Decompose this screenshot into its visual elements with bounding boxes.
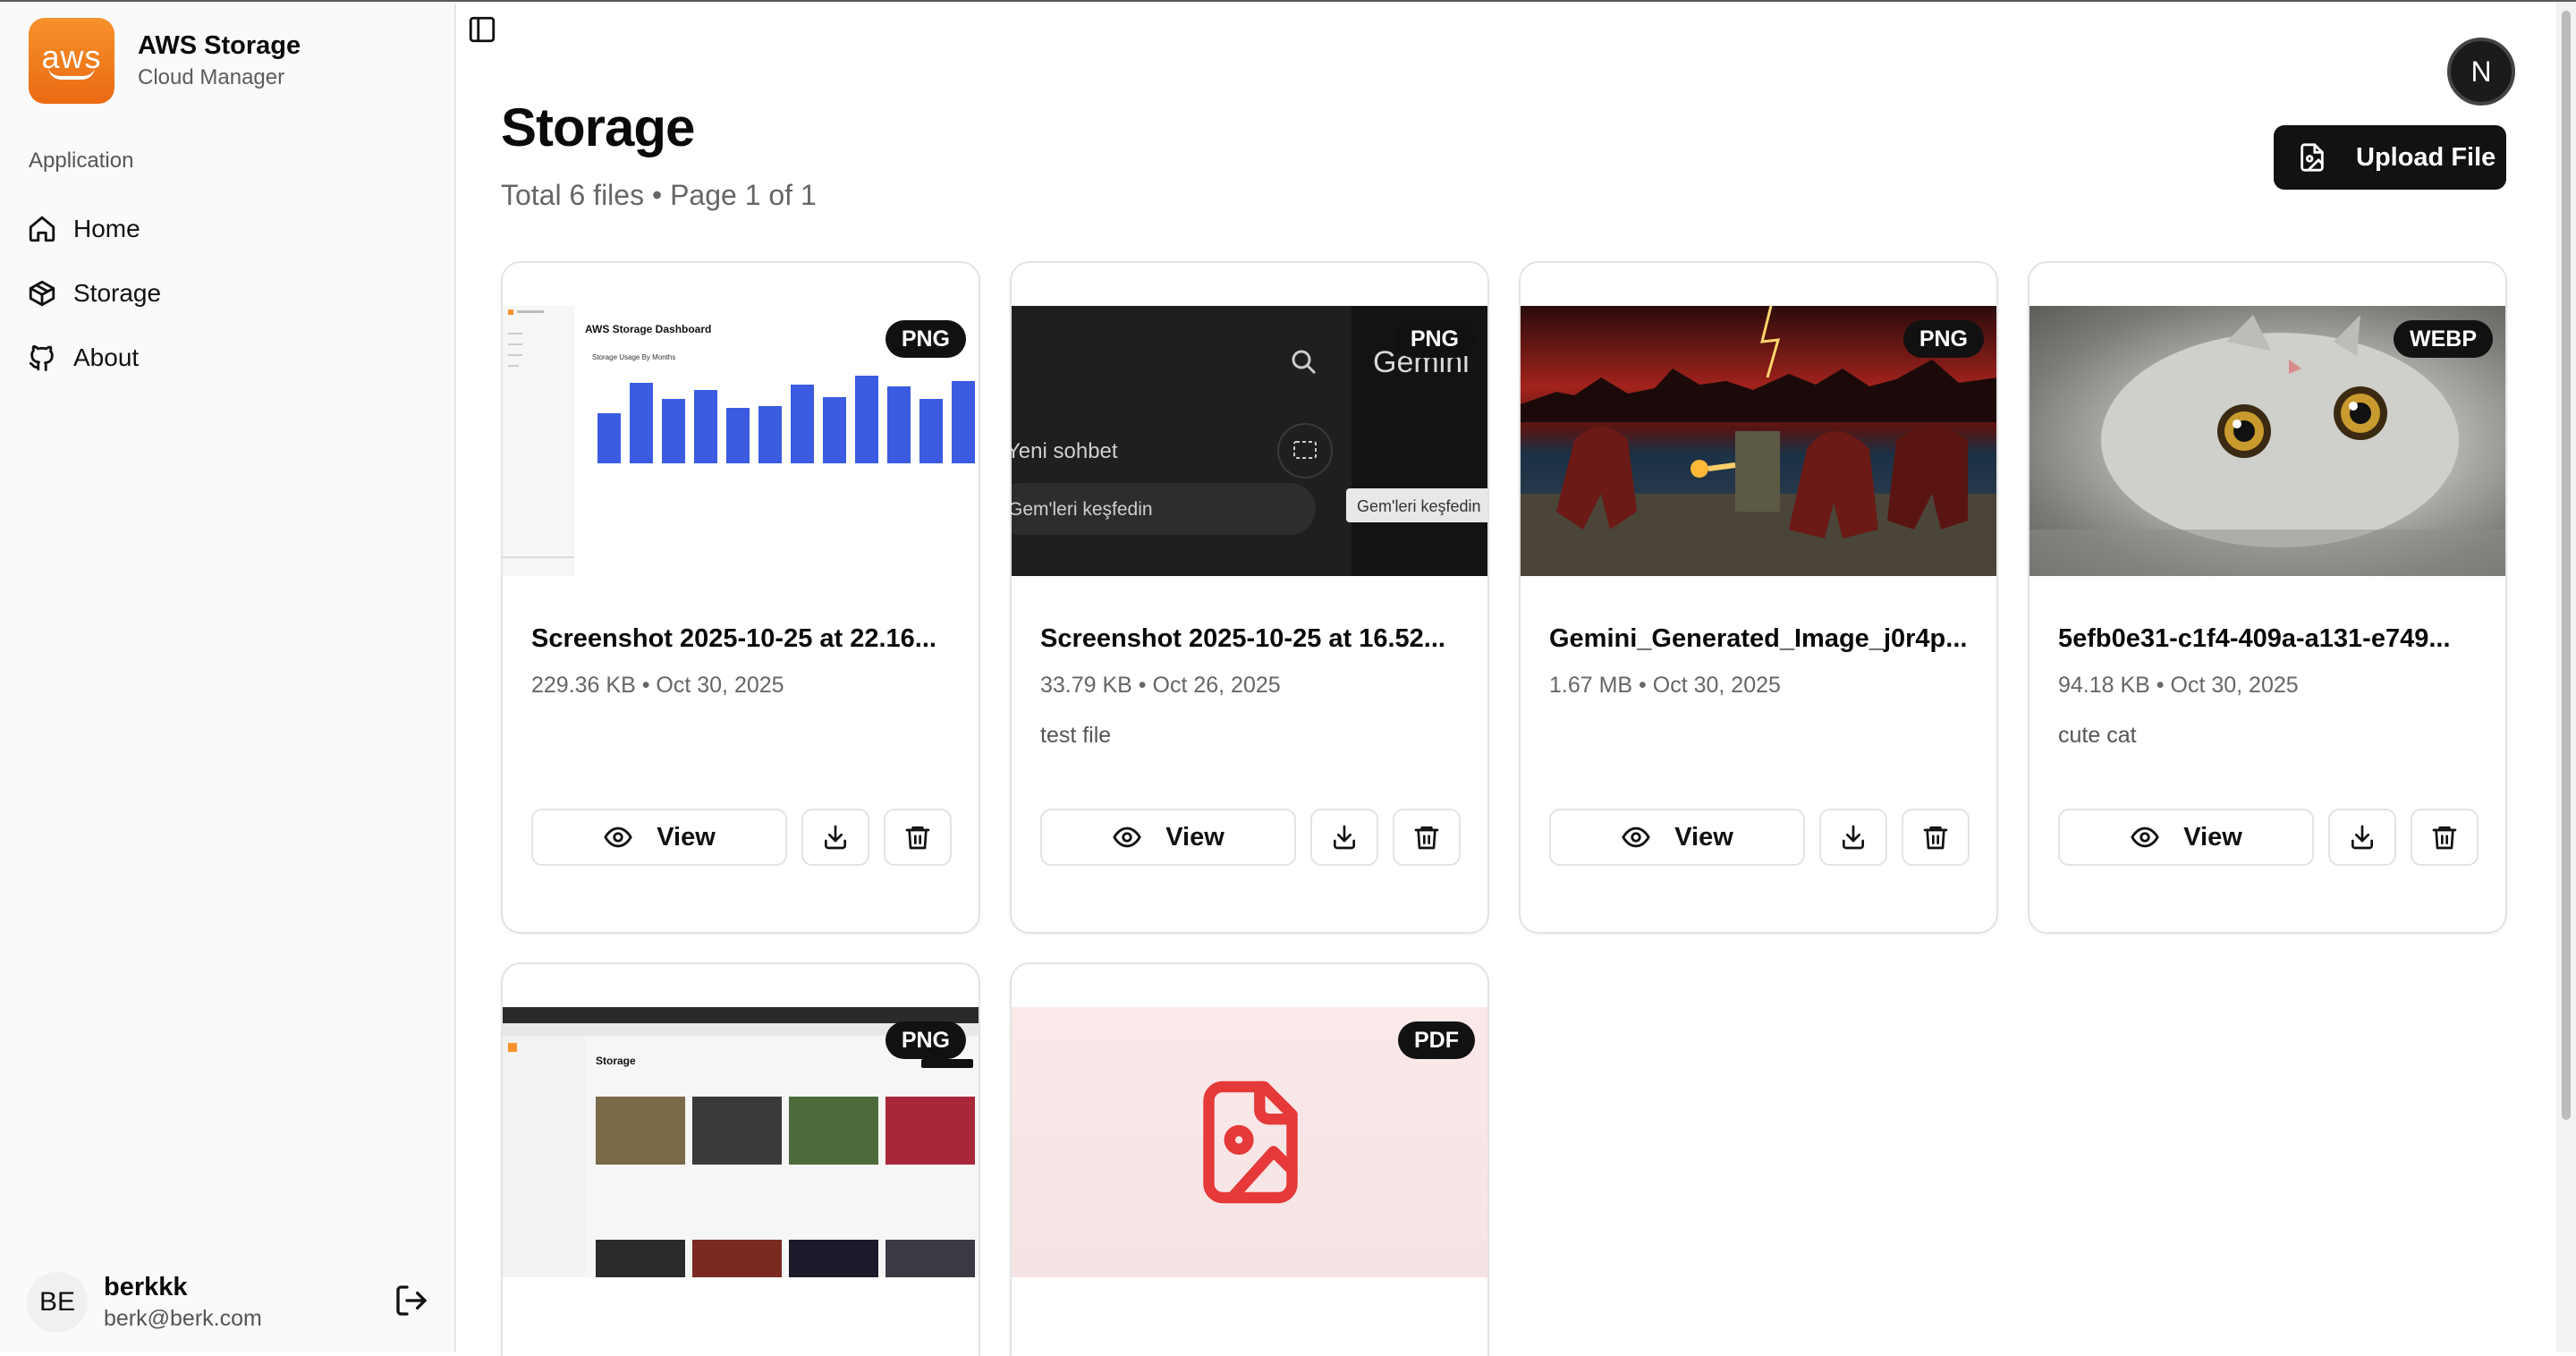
storage-preview-title: Storage — [596, 1055, 636, 1067]
file-card[interactable]: PDF — [1010, 962, 1489, 1356]
upload-label: Upload File — [2356, 142, 2496, 172]
sidebar-item-label: About — [73, 343, 140, 371]
sidebar-nav: Home Storage About — [27, 197, 420, 390]
file-name: Gemini_Generated_Image_j0r4p... — [1549, 624, 1968, 653]
file-upload-icon — [2301, 143, 2324, 172]
trash-icon — [1923, 826, 1948, 850]
dashboard-preview-subtitle: Storage Usage By Months — [592, 353, 675, 361]
file-card[interactable]: AWS Storage Dashboard Storage Usage By M… — [501, 261, 980, 934]
view-button[interactable]: View — [1040, 809, 1296, 866]
brand-title: AWS Storage — [138, 31, 301, 60]
view-label: View — [657, 822, 716, 852]
eye-icon — [604, 826, 632, 848]
aws-logo-smile — [48, 67, 95, 80]
box-icon — [29, 280, 55, 307]
download-button[interactable] — [2328, 809, 2396, 866]
top-avatar[interactable]: N — [2447, 38, 2515, 106]
scrollbar-thumb[interactable] — [2562, 11, 2571, 1120]
view-button[interactable]: View — [531, 809, 787, 866]
sidebar-item-home[interactable]: Home — [27, 197, 420, 261]
file-name: 5efb0e31-c1f4-409a-a131-e749... — [2058, 624, 2451, 653]
file-type-badge: PNG — [1902, 320, 1984, 358]
delete-button[interactable] — [1902, 809, 1970, 866]
download-button[interactable] — [1310, 809, 1378, 866]
user-menu[interactable]: BE berkkk berk@berk.com — [27, 1265, 429, 1340]
aws-logo: aws — [29, 18, 114, 104]
download-icon — [1843, 825, 1864, 850]
eye-icon — [1622, 826, 1650, 848]
trash-icon — [905, 826, 930, 850]
gemini-preview-explore: Gem'leri keşfedin — [1012, 499, 1153, 520]
user-name: berkkk — [104, 1273, 188, 1301]
file-type-badge: PNG — [885, 320, 966, 358]
user-email: berk@berk.com — [104, 1306, 262, 1331]
file-description: test file — [1040, 723, 1112, 748]
file-name: Screenshot 2025-10-25 at 16.52... — [1040, 624, 1445, 653]
delete-button[interactable] — [2411, 809, 2479, 866]
sidebar-toggle-icon[interactable] — [467, 14, 497, 45]
download-button[interactable] — [801, 809, 869, 866]
gemini-preview-new-chat: Yeni sohbet — [1012, 439, 1118, 463]
avatar: BE — [27, 1272, 88, 1333]
sidebar-item-label: Home — [73, 215, 140, 242]
file-meta: 33.79 KB • Oct 26, 2025 — [1040, 673, 1281, 698]
file-type-badge: PDF — [1398, 1021, 1475, 1059]
sidebar: aws AWS Storage Cloud Manager Applicatio… — [0, 4, 456, 1352]
file-image-icon — [1203, 1081, 1298, 1204]
github-icon — [29, 344, 54, 371]
file-type-badge: PNG — [885, 1021, 966, 1059]
file-card[interactable]: Gemini Yeni sohbet Gem'leri keşfedin Gem… — [1010, 261, 1489, 934]
subtitle-separator: • — [651, 179, 663, 211]
trash-icon — [1414, 826, 1439, 850]
delete-button[interactable] — [884, 809, 952, 866]
eye-icon — [1113, 826, 1141, 848]
view-label: View — [2183, 822, 2242, 852]
file-card[interactable]: PNG Gemini_Generated_Image_j0r4p... 1.67… — [1519, 261, 1998, 934]
dashboard-preview-title: AWS Storage Dashboard — [585, 323, 711, 335]
gemini-preview-tooltip: Gem'leri keşfedin — [1357, 497, 1481, 515]
home-icon — [29, 216, 55, 242]
file-meta: 1.67 MB • Oct 30, 2025 — [1549, 673, 1781, 698]
eye-icon — [2131, 826, 2159, 848]
file-count: Total 6 files — [501, 179, 645, 211]
file-name: Screenshot 2025-10-25 at 22.16... — [531, 624, 936, 653]
view-label: View — [1165, 822, 1224, 852]
file-type-badge: WEBP — [2394, 320, 2493, 358]
sidebar-item-label: Storage — [73, 279, 162, 307]
file-card[interactable]: Storage PNG — [501, 962, 980, 1356]
download-button[interactable] — [1819, 809, 1887, 866]
page-subtitle: Total 6 files • Page 1 of 1 — [501, 179, 817, 212]
view-button[interactable]: View — [2058, 809, 2314, 866]
page-title: Storage — [501, 97, 695, 157]
view-label: View — [1674, 822, 1733, 852]
page-info: Page 1 of 1 — [670, 179, 817, 211]
scrollbar[interactable] — [2556, 2, 2576, 1352]
download-icon — [1334, 825, 1355, 850]
trash-icon — [2432, 826, 2457, 850]
download-icon — [825, 825, 846, 850]
sidebar-group-label: Application — [29, 148, 134, 173]
brand-subtitle: Cloud Manager — [138, 65, 285, 89]
file-meta: 229.36 KB • Oct 30, 2025 — [531, 673, 784, 698]
brand[interactable]: aws AWS Storage Cloud Manager — [29, 18, 301, 104]
sidebar-item-storage[interactable]: Storage — [27, 261, 420, 326]
file-description: cute cat — [2058, 723, 2137, 748]
file-type-badge: PNG — [1394, 320, 1475, 358]
logout-icon[interactable] — [394, 1283, 429, 1318]
view-button[interactable]: View — [1549, 809, 1805, 866]
delete-button[interactable] — [1393, 809, 1461, 866]
upload-file-button[interactable]: Upload File — [2274, 125, 2506, 190]
sidebar-item-about[interactable]: About — [27, 326, 420, 390]
file-meta: 94.18 KB • Oct 30, 2025 — [2058, 673, 2299, 698]
file-card[interactable]: WEBP 5efb0e31-c1f4-409a-a131-e749... 94.… — [2028, 261, 2507, 934]
download-icon — [2351, 825, 2373, 850]
